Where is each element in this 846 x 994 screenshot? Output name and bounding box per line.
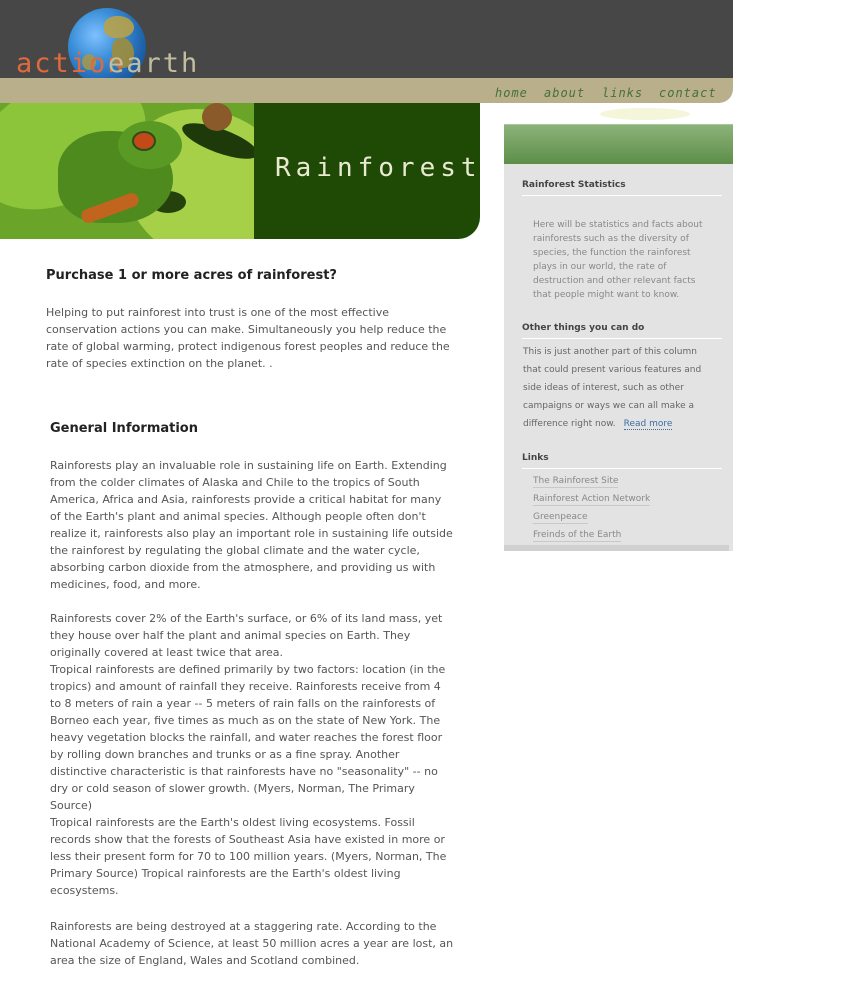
nav-home-link[interactable]: home	[495, 86, 528, 100]
link-greenpeace[interactable]: Greenpeace	[533, 512, 588, 524]
info-paragraph-2: Rainforests cover 2% of the Earth's surf…	[50, 612, 447, 897]
stats-text: Here will be statistics and facts about …	[533, 220, 703, 300]
site-header: action earth	[0, 0, 733, 86]
link-friends-of-the-earth[interactable]: Freinds of the Earth	[533, 530, 622, 542]
link-rainforest-site[interactable]: The Rainforest Site	[533, 476, 619, 488]
nav-bar: home about links contact	[0, 78, 733, 103]
nav-contact-link[interactable]: contact	[659, 86, 717, 100]
nav-about-link[interactable]: about	[544, 86, 585, 100]
intro-paragraph: Helping to put rainforest into trust is …	[46, 306, 450, 370]
logo-text-earth[interactable]: earth	[108, 48, 199, 79]
links-heading: Links	[522, 453, 722, 469]
general-info-heading: General Information	[50, 421, 198, 436]
other-heading: Other things you can do	[522, 323, 722, 339]
read-more-link[interactable]: Read more	[623, 419, 673, 430]
purchase-heading: Purchase 1 or more acres of rainforest?	[46, 268, 337, 283]
other-text: This is just another part of this column…	[523, 347, 702, 429]
banner: Rainforest	[0, 103, 480, 239]
other-text-block: This is just another part of this column…	[523, 343, 728, 433]
frog-photo	[0, 103, 254, 239]
link-rainforest-action-network[interactable]: Rainforest Action Network	[533, 494, 651, 506]
info-paragraph-1: Rainforests play an invaluable role in s…	[50, 459, 453, 591]
nav-links-link[interactable]: links	[602, 86, 643, 100]
info-paragraph-3: Rainforests are being destroyed at a sta…	[50, 920, 454, 967]
banner-title: Rainforest	[275, 153, 480, 183]
stats-heading: Rainforest Statistics	[522, 180, 722, 196]
